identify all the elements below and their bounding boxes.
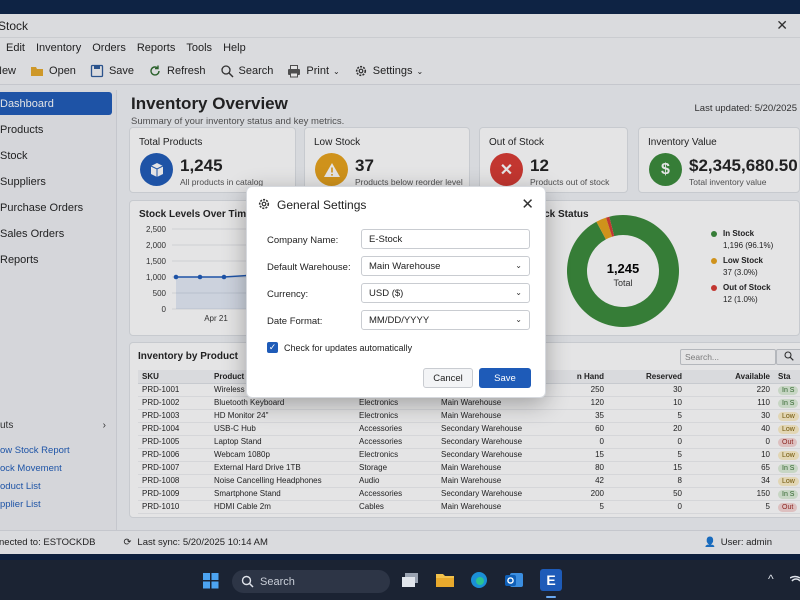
gear-icon (257, 197, 271, 214)
checkbox-label: Check for updates automatically (284, 342, 413, 353)
search-icon (241, 575, 254, 591)
company-name-input[interactable]: E-Stock (361, 229, 530, 249)
dialog-title: General Settings (277, 198, 367, 212)
outlook-icon[interactable] (505, 571, 523, 592)
taskbar: Search E ^ (0, 560, 800, 600)
auto-update-checkbox[interactable]: ✓ Check for updates automatically (267, 342, 412, 353)
taskbar-search-label: Search (260, 575, 295, 588)
chevron-down-icon: ⌄ (515, 261, 522, 270)
company-name-label: Company Name: (267, 235, 339, 246)
wifi-icon[interactable] (789, 572, 800, 589)
task-view-icon[interactable] (401, 572, 419, 591)
taskbar-search[interactable]: Search (232, 570, 390, 593)
estock-app-icon[interactable]: E (540, 569, 562, 591)
chevron-down-icon: ⌄ (515, 315, 522, 324)
field-value: Main Warehouse (369, 261, 441, 272)
currency-label: Currency: (267, 289, 309, 300)
windows-start-icon[interactable] (203, 573, 219, 592)
default-warehouse-label: Default Warehouse: (267, 262, 351, 273)
default-warehouse-select[interactable]: Main Warehouse ⌄ (361, 256, 530, 276)
checkmark-icon: ✓ (267, 342, 278, 353)
date-format-select[interactable]: MM/DD/YYYY ⌄ (361, 310, 530, 330)
currency-select[interactable]: USD ($) ⌄ (361, 283, 530, 303)
active-app-indicator (546, 596, 556, 598)
date-format-label: Date Format: (267, 316, 323, 327)
field-value: E-Stock (369, 234, 403, 245)
chevron-down-icon: ⌄ (515, 288, 522, 297)
field-value: MM/DD/YYYY (369, 315, 430, 326)
close-icon[interactable]: ✕ (521, 195, 534, 213)
general-settings-dialog: General Settings ✕ Company Name: E-Stock… (246, 186, 546, 398)
save-button[interactable]: Save (479, 368, 531, 388)
cancel-button[interactable]: Cancel (423, 368, 473, 388)
field-value: USD ($) (369, 288, 404, 299)
file-explorer-icon[interactable] (435, 572, 455, 591)
edge-browser-icon[interactable] (470, 571, 488, 592)
chevron-up-icon[interactable]: ^ (768, 572, 774, 586)
